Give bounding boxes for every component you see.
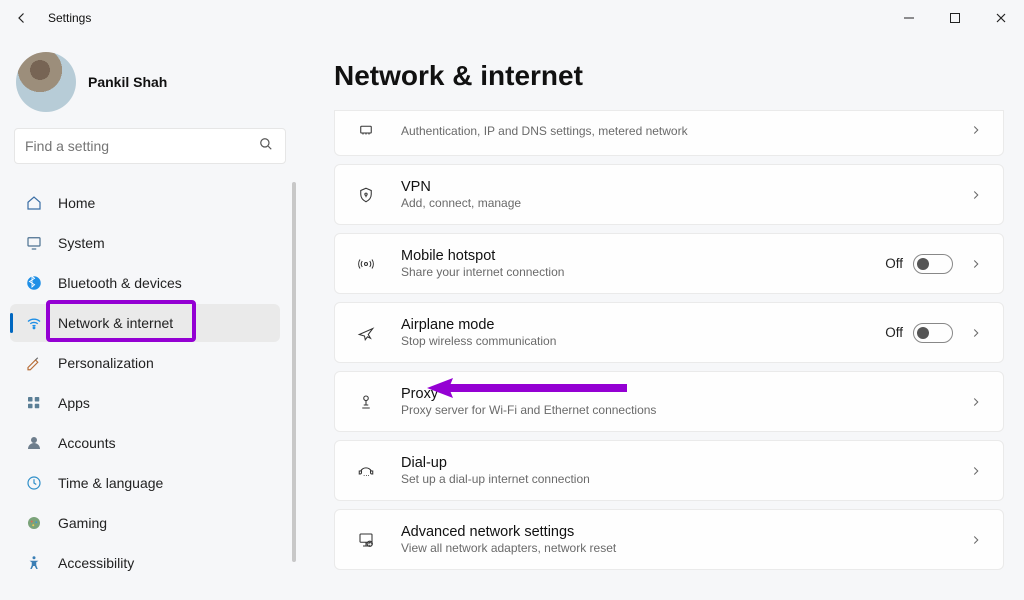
content-panel: Network & internet Authentication, IP an… [300, 36, 1024, 600]
page-title: Network & internet [334, 60, 1004, 92]
personalization-icon [24, 353, 44, 373]
arrow-left-icon [13, 9, 31, 27]
setting-card-dial-up[interactable]: Dial-up Set up a dial-up internet connec… [334, 440, 1004, 501]
sidebar-item-label: System [58, 235, 105, 251]
sidebar-item-label: Apps [58, 395, 90, 411]
sidebar-item-system[interactable]: System [10, 224, 280, 262]
apps-icon [24, 393, 44, 413]
chevron-right-icon [967, 123, 985, 137]
proxy-icon [353, 389, 379, 415]
setting-card-ethernet[interactable]: Authentication, IP and DNS settings, met… [334, 110, 1004, 156]
dial-up-icon [353, 458, 379, 484]
main-layout: Pankil Shah Home System [0, 36, 1024, 600]
card-title: Airplane mode [401, 317, 885, 333]
setting-card-advanced-network[interactable]: Advanced network settings View all netwo… [334, 509, 1004, 570]
setting-card-vpn[interactable]: VPN Add, connect, manage [334, 164, 1004, 225]
chevron-right-icon [967, 188, 985, 202]
system-icon [24, 233, 44, 253]
nav-list[interactable]: Home System Bluetooth & devices Network … [8, 182, 296, 600]
wifi-icon [24, 313, 44, 333]
chevron-right-icon [967, 257, 985, 271]
gaming-icon [24, 513, 44, 533]
card-subtitle: Stop wireless communication [401, 334, 885, 348]
minimize-button[interactable] [886, 0, 932, 36]
chevron-right-icon [967, 326, 985, 340]
chevron-right-icon [967, 395, 985, 409]
title-bar: Settings [0, 0, 1024, 36]
setting-card-airplane-mode[interactable]: Airplane mode Stop wireless communicatio… [334, 302, 1004, 363]
card-subtitle: Set up a dial-up internet connection [401, 472, 967, 486]
setting-card-mobile-hotspot[interactable]: Mobile hotspot Share your internet conne… [334, 233, 1004, 294]
sidebar-item-accessibility[interactable]: Accessibility [10, 544, 280, 582]
chevron-right-icon [967, 533, 985, 547]
sidebar-item-bluetooth[interactable]: Bluetooth & devices [10, 264, 280, 302]
card-title: Mobile hotspot [401, 248, 885, 264]
window-controls [886, 0, 1024, 36]
profile-block[interactable]: Pankil Shah [8, 44, 296, 128]
card-subtitle: Share your internet connection [401, 265, 885, 279]
card-subtitle: Add, connect, manage [401, 196, 967, 210]
sidebar-item-label: Gaming [58, 515, 107, 531]
close-button[interactable] [978, 0, 1024, 36]
sidebar-item-label: Time & language [58, 475, 163, 491]
accessibility-icon [24, 553, 44, 573]
toggle-status-label: Off [885, 256, 903, 271]
hotspot-toggle[interactable] [913, 254, 953, 274]
card-subtitle: Proxy server for Wi-Fi and Ethernet conn… [401, 403, 967, 417]
vpn-icon [353, 182, 379, 208]
search-icon [257, 135, 275, 158]
sidebar-item-gaming[interactable]: Gaming [10, 504, 280, 542]
accounts-icon [24, 433, 44, 453]
close-icon [994, 11, 1008, 25]
sidebar-item-home[interactable]: Home [10, 184, 280, 222]
chevron-right-icon [967, 464, 985, 478]
airplane-icon [353, 320, 379, 346]
advanced-network-icon [353, 527, 379, 553]
toggle-status-label: Off [885, 325, 903, 340]
sidebar-item-accounts[interactable]: Accounts [10, 424, 280, 462]
sidebar-item-label: Accounts [58, 435, 116, 451]
sidebar-item-network[interactable]: Network & internet [10, 304, 280, 342]
airplane-toggle[interactable] [913, 323, 953, 343]
bluetooth-icon [24, 273, 44, 293]
card-title: Proxy [401, 386, 967, 402]
sidebar-item-label: Home [58, 195, 95, 211]
user-name: Pankil Shah [88, 74, 167, 90]
card-title: VPN [401, 179, 967, 195]
card-title: Advanced network settings [401, 524, 967, 540]
home-icon [24, 193, 44, 213]
back-button[interactable] [8, 4, 36, 32]
sidebar: Pankil Shah Home System [0, 36, 300, 600]
sidebar-item-apps[interactable]: Apps [10, 384, 280, 422]
search-input[interactable] [25, 138, 257, 154]
maximize-button[interactable] [932, 0, 978, 36]
hotspot-icon [353, 251, 379, 277]
card-subtitle: Authentication, IP and DNS settings, met… [401, 124, 967, 138]
sidebar-item-label: Network & internet [58, 315, 173, 331]
minimize-icon [902, 11, 916, 25]
sidebar-item-label: Accessibility [58, 555, 134, 571]
sidebar-item-personalization[interactable]: Personalization [10, 344, 280, 382]
sidebar-item-time-language[interactable]: Time & language [10, 464, 280, 502]
time-language-icon [24, 473, 44, 493]
maximize-icon [948, 11, 962, 25]
ethernet-icon [353, 117, 379, 143]
card-subtitle: View all network adapters, network reset [401, 541, 967, 555]
settings-search[interactable] [14, 128, 286, 164]
setting-card-proxy[interactable]: Proxy Proxy server for Wi-Fi and Etherne… [334, 371, 1004, 432]
window-title: Settings [48, 11, 91, 25]
sidebar-item-label: Bluetooth & devices [58, 275, 182, 291]
sidebar-item-label: Personalization [58, 355, 154, 371]
avatar [16, 52, 76, 112]
card-title: Dial-up [401, 455, 967, 471]
